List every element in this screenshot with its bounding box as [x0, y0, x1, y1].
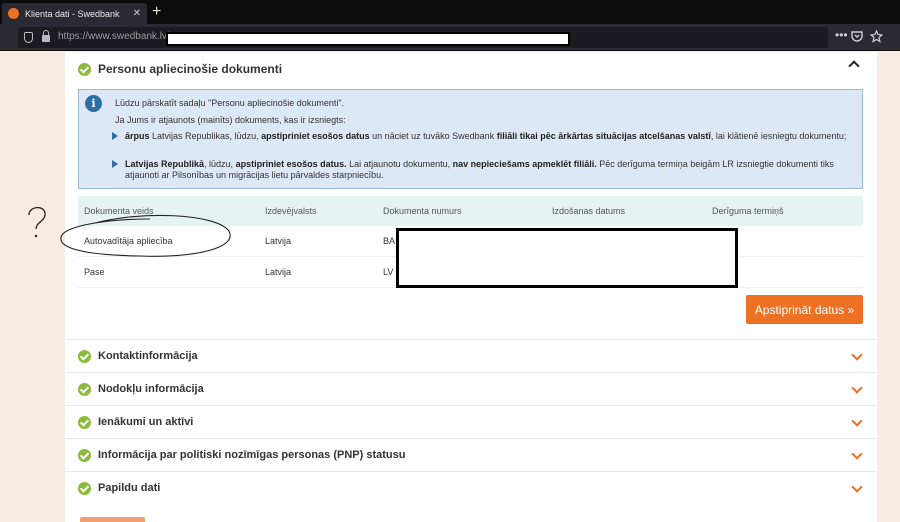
column-header: Izdošanas datums: [552, 206, 626, 216]
bullet-arrow-icon: [112, 160, 118, 168]
check-circle-icon: [78, 415, 91, 429]
column-header: Izdevējvalsts: [265, 206, 317, 216]
section-title: Personu apliecinošie dokumenti: [98, 62, 283, 76]
partial-button[interactable]: [80, 517, 145, 522]
chevron-down-icon[interactable]: [851, 382, 863, 394]
lock-icon[interactable]: [42, 30, 50, 42]
tab-close-icon[interactable]: ✕: [133, 8, 141, 19]
confirm-data-button[interactable]: Apstiprināt datus »: [746, 295, 863, 324]
accordion-title: Informācija par politiski nozīmīgas pers…: [98, 449, 406, 461]
browser-toolbar: https://www.swedbank.lv/p: [0, 24, 900, 51]
chevron-down-icon[interactable]: [851, 349, 863, 361]
check-circle-icon: [78, 448, 91, 462]
check-circle-icon: [78, 481, 91, 495]
column-header: Dokumenta numurs: [383, 206, 462, 216]
section-header-documents[interactable]: Personu apliecinošie dokumenti: [78, 59, 282, 79]
new-tab-icon[interactable]: +: [152, 4, 161, 20]
table-cell: Latvija: [265, 267, 292, 277]
chevron-down-icon[interactable]: [851, 415, 863, 427]
question-mark-scribble: [28, 206, 46, 230]
accordion-title: Kontaktinformācija: [98, 350, 198, 362]
accordion-pep-status[interactable]: Informācija par politiski nozīmīgas pers…: [65, 438, 877, 471]
accordion-title: Nodokļu informācija: [98, 383, 204, 395]
redaction-box: [396, 228, 738, 288]
column-header: Derīguma termiņš: [712, 206, 784, 216]
table-cell: Autovadītāja apliecība: [84, 236, 173, 246]
more-icon[interactable]: •••: [835, 28, 848, 42]
swedbank-favicon-icon: [8, 8, 19, 19]
url-text[interactable]: https://www.swedbank.lv/p: [58, 31, 175, 42]
table-cell: BA: [383, 236, 396, 246]
check-circle-icon: [78, 382, 91, 396]
info-line-1: Lūdzu pārskatīt sadaļu "Personu apliecin…: [115, 98, 345, 108]
check-circle-icon: [78, 349, 91, 363]
info-bullet-2: Latvijas Republikā, lūdzu, apstipriniet …: [125, 159, 834, 180]
table-cell: Latvija: [265, 236, 292, 246]
accordion-additional-data[interactable]: Papildu dati: [65, 471, 877, 504]
table-cell: LV: [383, 267, 394, 277]
browser-tab[interactable]: Klienta dati - Swedbank ✕: [2, 3, 147, 24]
chevron-down-icon[interactable]: [851, 448, 863, 460]
info-line-2: Ja Jums ir atjaunots (mainīts) dokuments…: [115, 115, 346, 125]
bullet-arrow-icon: [112, 132, 118, 140]
info-icon: i: [85, 95, 102, 112]
accordion-title: Papildu dati: [98, 482, 161, 494]
pocket-icon[interactable]: [851, 30, 863, 42]
info-notice: i Lūdzu pārskatīt sadaļu "Personu apliec…: [78, 89, 863, 189]
table-header: Dokumenta veids Izdevējvalsts Dokumenta …: [78, 196, 863, 226]
info-bullet-1: ārpus Latvijas Republikas, lūdzu, apstip…: [125, 131, 847, 141]
table-cell: Pase: [84, 267, 105, 277]
accordion-tax-info[interactable]: Nodokļu informācija: [65, 372, 877, 405]
chevron-down-icon[interactable]: [851, 481, 863, 493]
browser-tab-bar: Klienta dati - Swedbank ✕ +: [0, 0, 900, 24]
check-circle-icon: [78, 62, 91, 76]
bookmark-star-icon[interactable]: [870, 30, 883, 43]
accordion-title: Ienākumi un aktīvi: [98, 416, 194, 428]
url-redaction-box: [166, 32, 570, 46]
tab-title: Klienta dati - Swedbank: [25, 8, 120, 19]
column-header: Dokumenta veids: [84, 206, 154, 216]
url-bar[interactable]: https://www.swedbank.lv/p: [18, 27, 828, 48]
shield-icon[interactable]: [24, 32, 33, 43]
question-mark-dot: [34, 234, 38, 238]
accordion-income-assets[interactable]: Ienākumi un aktīvi: [65, 405, 877, 438]
accordion-contact-info[interactable]: Kontaktinformācija: [65, 339, 877, 372]
